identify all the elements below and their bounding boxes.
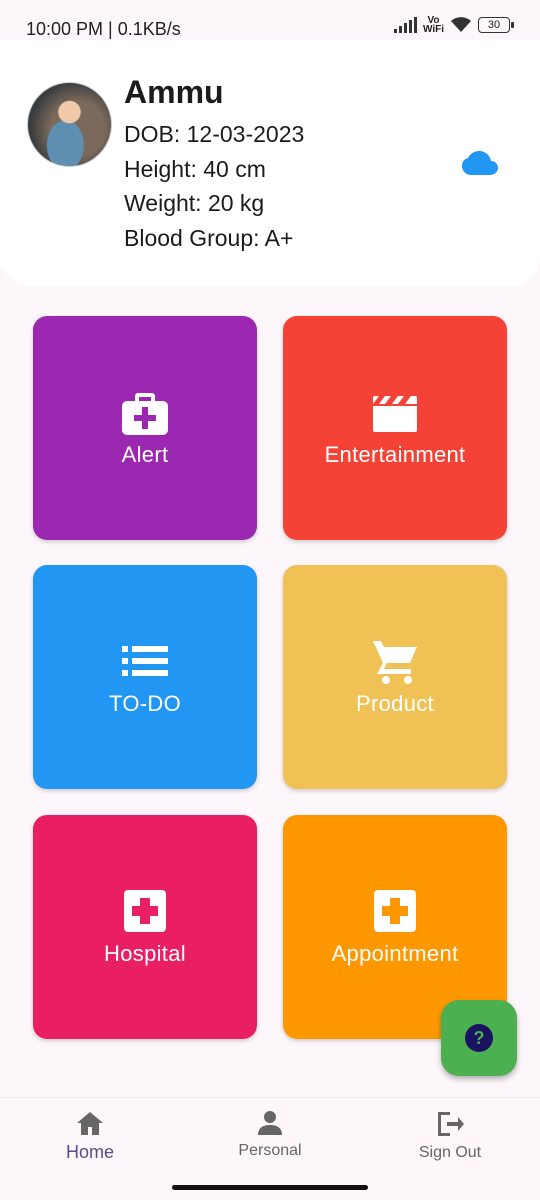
tile-label: Entertainment: [324, 442, 466, 467]
nav-personal[interactable]: Personal: [210, 1110, 330, 1160]
home-icon: [77, 1112, 103, 1135]
tile-label: Appointment: [331, 941, 459, 966]
cloud-icon[interactable]: [462, 150, 498, 176]
tile-label: Product: [356, 691, 434, 716]
nav-label: Personal: [238, 1142, 302, 1159]
tile-hospital[interactable]: Hospital: [33, 815, 257, 1039]
tile-alert[interactable]: Alert: [33, 316, 257, 540]
home-indicator[interactable]: [172, 1185, 368, 1190]
svg-text:?: ?: [474, 1028, 485, 1048]
profile-height: Height: 40 cm: [124, 156, 266, 182]
nav-sign-out[interactable]: Sign Out: [390, 1110, 510, 1162]
person-icon: [258, 1111, 282, 1135]
bottom-navigation: Home Personal Sign Out: [0, 1097, 540, 1181]
status-icons: Vo WiFi 30: [393, 15, 514, 35]
battery-icon: 30: [478, 17, 514, 33]
nav-label: Home: [65, 1142, 114, 1162]
tile-product[interactable]: Product: [283, 565, 507, 789]
tile-label: TO-DO: [109, 691, 181, 716]
profile-dob: DOB: 12-03-2023: [124, 121, 305, 147]
nav-label: Sign Out: [418, 1144, 482, 1161]
hospital-cross-icon: [121, 887, 169, 935]
signal-icon: [393, 17, 417, 33]
avatar[interactable]: [27, 82, 112, 167]
wifi-icon: [451, 17, 471, 32]
logout-icon: [438, 1112, 464, 1136]
profile-name: Ammu: [124, 74, 224, 110]
battery-level: 30: [487, 19, 501, 31]
status-time: 10:00 PM | 0.1KB/s: [26, 19, 181, 39]
cart-icon: [371, 637, 419, 685]
hospital-cross-icon: [371, 887, 419, 935]
tile-label: Alert: [121, 442, 169, 467]
help-icon: ?: [465, 1024, 493, 1052]
tile-label: Hospital: [104, 941, 186, 966]
clapperboard-icon: [371, 388, 419, 436]
profile-blood-group: Blood Group: A+: [124, 225, 294, 251]
medical-bag-icon: [121, 388, 169, 436]
list-icon: [121, 637, 169, 685]
tile-todo[interactable]: TO-DO: [33, 565, 257, 789]
vowifi-label: Vo WiFi: [422, 15, 444, 35]
profile-weight: Weight: 20 kg: [124, 190, 265, 216]
tile-entertainment[interactable]: Entertainment: [283, 316, 507, 540]
help-fab[interactable]: ?: [441, 1000, 517, 1076]
nav-home[interactable]: Home: [30, 1110, 150, 1163]
